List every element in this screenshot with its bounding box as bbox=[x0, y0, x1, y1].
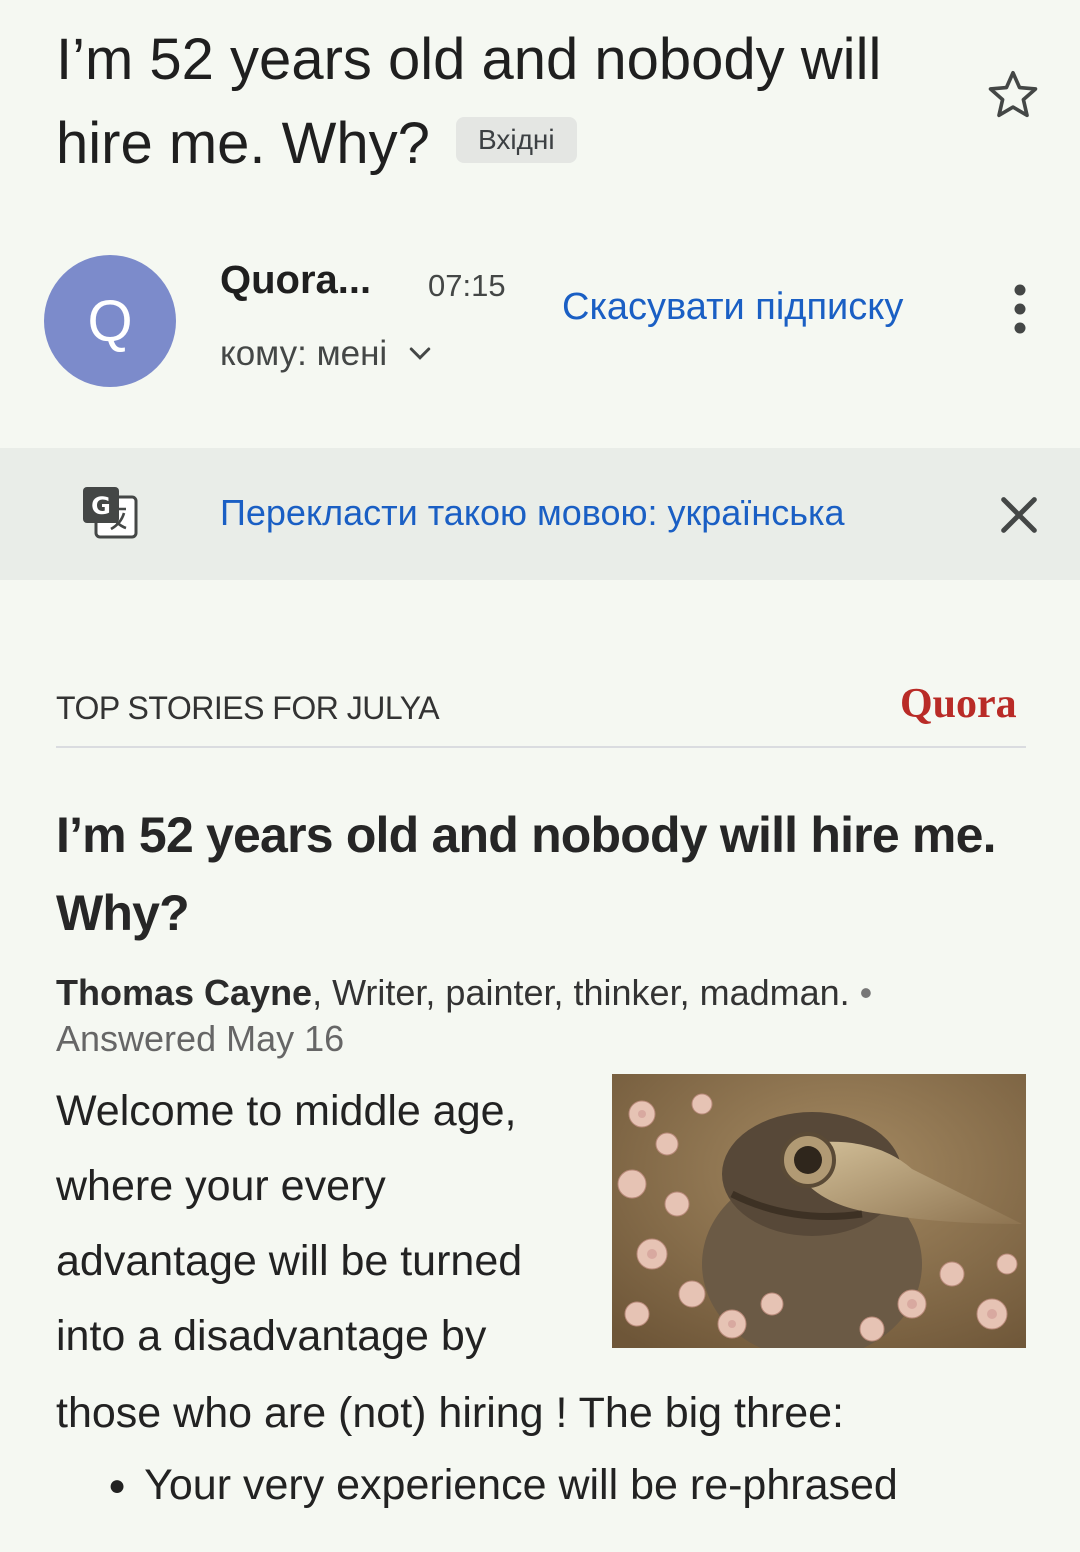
email-subject: I’m 52 years old and nobody will hire me… bbox=[56, 18, 956, 186]
answer-image[interactable] bbox=[612, 1074, 1026, 1348]
answered-date: Answered May 16 bbox=[56, 1018, 345, 1059]
digest-heading: TOP STORIES FOR JULYA bbox=[56, 690, 440, 726]
email-time: 07:15 bbox=[428, 268, 506, 303]
recipient-details-toggle[interactable]: кому: мені bbox=[220, 334, 435, 374]
svg-text:G: G bbox=[91, 492, 111, 520]
avatar-letter: Q bbox=[87, 288, 133, 354]
sender-avatar[interactable]: Q bbox=[44, 255, 176, 387]
email-view: I’m 52 years old and nobody will hire me… bbox=[0, 0, 1080, 1552]
more-options-icon[interactable] bbox=[1000, 282, 1040, 338]
star-icon[interactable] bbox=[984, 66, 1042, 124]
question-title[interactable]: I’m 52 years old and nobody will hire me… bbox=[56, 796, 1036, 952]
author-credential: , Writer, painter, thinker, madman. bbox=[312, 972, 850, 1013]
plague-doctor-bird-illustration bbox=[612, 1074, 1026, 1348]
byline-separator: • bbox=[859, 972, 873, 1013]
unsubscribe-link[interactable]: Скасувати підписку bbox=[562, 286, 903, 329]
recipient-label: кому: мені bbox=[220, 334, 388, 373]
translate-icon: G bbox=[83, 487, 138, 539]
answer-byline: Thomas Cayne, Writer, painter, thinker, … bbox=[56, 970, 1036, 1062]
list-item: ● Your very experience will be re-phrase… bbox=[108, 1448, 1068, 1523]
inbox-label-chip[interactable]: Вхідні bbox=[456, 117, 577, 163]
answer-continuation[interactable]: those who are (not) hiring ! The big thr… bbox=[56, 1376, 1056, 1451]
divider bbox=[56, 746, 1026, 748]
translate-link[interactable]: Перекласти такою мовою: українська bbox=[220, 492, 845, 534]
quora-logo[interactable]: Quora bbox=[900, 680, 1017, 728]
sender-name[interactable]: Quora... bbox=[220, 258, 371, 303]
bullet-icon: ● bbox=[108, 1469, 127, 1502]
close-icon[interactable] bbox=[996, 492, 1042, 538]
bullet-text: Your very experience will be re-phrased bbox=[144, 1461, 898, 1509]
answer-text[interactable]: Welcome to middle age, where your every … bbox=[56, 1074, 576, 1374]
author-name[interactable]: Thomas Cayne bbox=[56, 972, 312, 1013]
chevron-down-icon bbox=[409, 347, 431, 360]
